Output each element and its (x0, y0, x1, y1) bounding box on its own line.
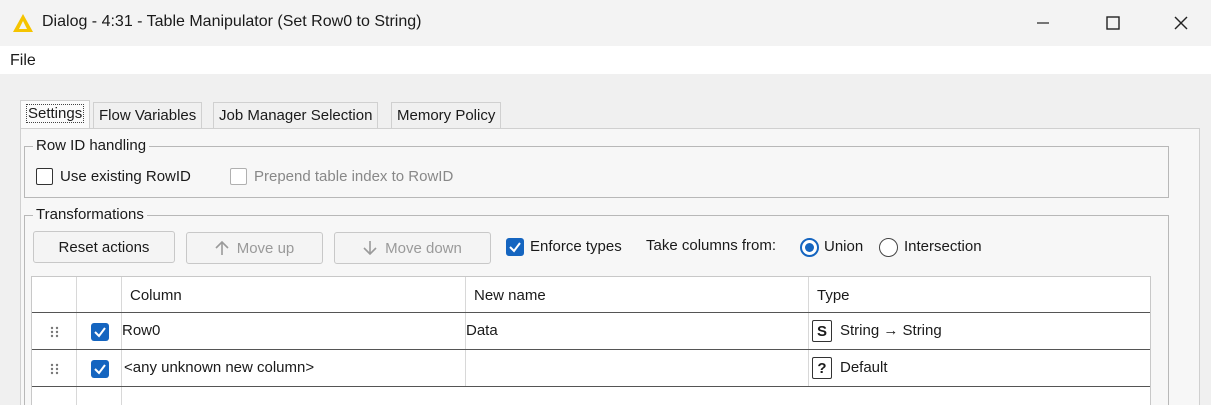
tab-settings[interactable]: Settings (20, 100, 91, 128)
tab-flow-variables-label: Flow Variables (99, 107, 197, 124)
new-name-header[interactable]: New name (474, 287, 546, 304)
intersection-label[interactable]: Intersection (904, 238, 982, 255)
tab-memory-policy-label: Memory Policy (397, 107, 496, 124)
row-id-handling-title: Row ID handling (33, 137, 150, 155)
transformations-title: Transformations (33, 206, 147, 224)
table-row[interactable]: Row0 Data S String → String (32, 312, 1150, 350)
row-type[interactable]: String → String (840, 322, 942, 339)
row-id-handling-group: Row ID handling Use existing RowID Prepe… (24, 137, 1169, 198)
reset-actions-label: Reset actions (58, 238, 150, 256)
minimize-icon (1037, 22, 1049, 24)
use-existing-rowid-checkbox[interactable] (36, 168, 53, 185)
enforce-types-checkbox[interactable] (506, 238, 524, 256)
checkmark-icon (94, 364, 106, 375)
use-existing-rowid-label[interactable]: Use existing RowID (60, 168, 191, 185)
maximize-button[interactable] (1078, 0, 1148, 46)
row-column-name[interactable]: Row0 (122, 322, 160, 339)
enforce-types-label[interactable]: Enforce types (530, 238, 622, 255)
take-columns-label: Take columns from: (646, 237, 777, 254)
tab-flow-variables[interactable]: Flow Variables (93, 102, 203, 128)
minimize-button[interactable] (1008, 0, 1078, 46)
row-column-name[interactable]: <any unknown new column> (124, 359, 314, 376)
reset-actions-button[interactable]: Reset actions (33, 231, 175, 263)
prepend-table-index-label: Prepend table index to RowID (254, 168, 454, 185)
arrow-up-icon (215, 240, 229, 255)
checkmark-icon (509, 242, 521, 253)
prepend-table-index-checkbox[interactable] (230, 168, 247, 185)
tab-settings-label: Settings (26, 104, 85, 123)
maximize-icon (1106, 16, 1120, 30)
drag-handle-icon[interactable] (50, 326, 60, 338)
move-up-label: Move up (236, 239, 295, 257)
checkmark-icon (94, 327, 106, 338)
row-include-checkbox[interactable] (91, 323, 109, 341)
unknown-type-icon: ? (812, 357, 832, 379)
menu-bar: File (0, 46, 1211, 74)
union-label[interactable]: Union (824, 238, 863, 255)
title-bar: Dialog - 4:31 - Table Manipulator (Set R… (0, 0, 1211, 46)
knime-app-icon (13, 14, 33, 32)
table-row[interactable]: <any unknown new column> ? Default (32, 349, 1150, 387)
row-new-name[interactable]: Data (466, 322, 498, 339)
move-down-button[interactable]: Move down (334, 232, 491, 264)
row-include-checkbox[interactable] (91, 360, 109, 378)
row-type[interactable]: Default (840, 359, 888, 376)
menu-file[interactable]: File (10, 52, 36, 70)
close-button[interactable] (1146, 0, 1211, 46)
move-up-button[interactable]: Move up (186, 232, 323, 264)
move-down-label: Move down (385, 239, 462, 257)
column-header[interactable]: Column (130, 287, 182, 304)
union-radio[interactable] (800, 238, 819, 257)
arrow-down-icon (363, 241, 377, 256)
transformations-table: Column New name Type Row0 Data S String … (31, 276, 1151, 405)
intersection-radio[interactable] (879, 238, 898, 257)
string-type-icon: S (812, 320, 832, 342)
tab-memory-policy[interactable]: Memory Policy (391, 102, 502, 128)
drag-handle-icon[interactable] (50, 363, 60, 375)
type-header[interactable]: Type (817, 287, 850, 304)
tab-job-manager-label: Job Manager Selection (219, 107, 373, 124)
close-icon (1174, 16, 1188, 30)
tab-job-manager-selection[interactable]: Job Manager Selection (213, 102, 379, 128)
window-title: Dialog - 4:31 - Table Manipulator (Set R… (42, 13, 422, 30)
